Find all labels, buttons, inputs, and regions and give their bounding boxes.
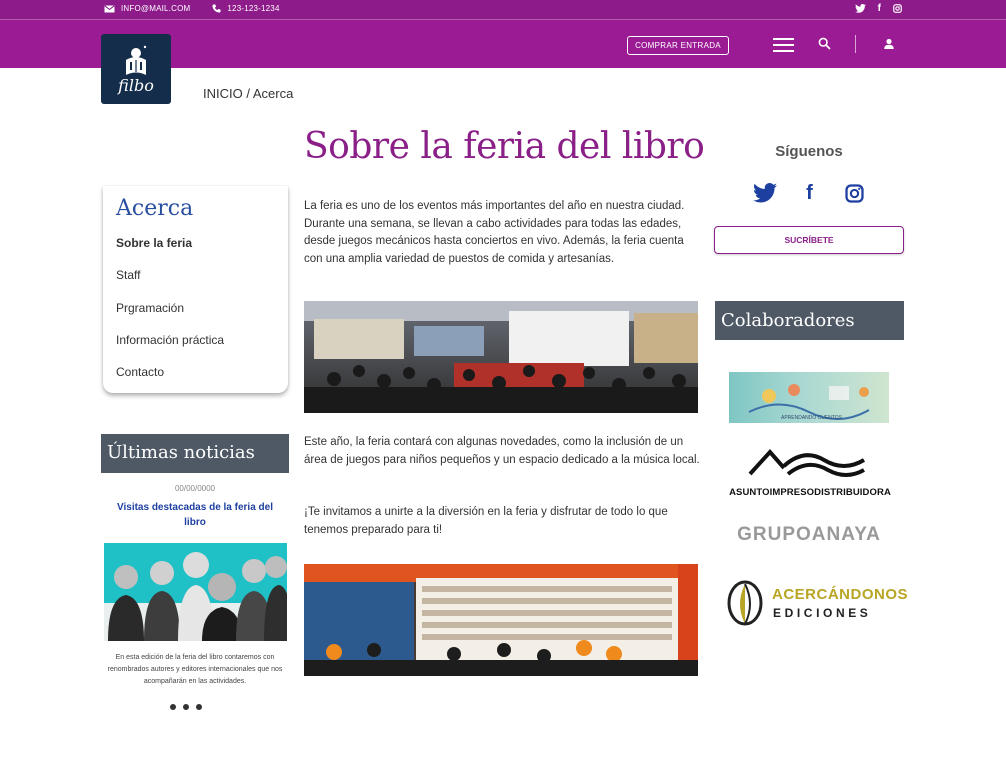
sponsor-logo-acercandonos[interactable]: ACERCÁNDONOS EDICIONES <box>727 580 908 628</box>
sponsor-logo-cuentos[interactable]: APRENDANDO CUENTOS <box>729 372 889 423</box>
top-contact-bar: INFO@MAIL.COM 123-123-1234 f <box>0 0 1006 20</box>
twitter-follow-icon[interactable] <box>752 182 777 204</box>
carousel-dot-2[interactable] <box>183 704 189 710</box>
sponsor-acercandonos-subtitle: EDICIONES <box>773 606 872 620</box>
page-title: Sobre la feria del libro <box>304 126 705 167</box>
side-menu-item-contacto[interactable]: Contacto <box>116 365 224 397</box>
about-side-menu: Acerca Sobre la feria Staff Prgramación … <box>103 186 288 393</box>
breadcrumb-home-link[interactable]: INICIO / <box>203 86 250 101</box>
book-stand-photo-image <box>304 564 698 676</box>
hamburger-menu-icon[interactable] <box>773 38 794 52</box>
intro-paragraph: La feria es uno de los eventos más impor… <box>304 200 685 265</box>
top-social-links: f <box>854 3 902 14</box>
sponsor-logo-asuntoimpreso[interactable]: ASUNTOIMPRESODISTRIBUIDORA <box>724 444 896 500</box>
side-menu-list: Sobre la feria Staff Prgramación Informa… <box>116 236 224 397</box>
contact-info: INFO@MAIL.COM 123-123-1234 <box>104 4 280 13</box>
latest-news-heading: Últimas noticias <box>101 434 289 473</box>
contact-email[interactable]: INFO@MAIL.COM <box>121 4 190 13</box>
invitation-paragraph: ¡Te invitamos a unirte a la diversión en… <box>304 506 668 536</box>
breadcrumb: INICIO / Acerca <box>203 86 293 101</box>
sponsor-logo-grupo-anaya[interactable]: GRUPOANAYA <box>724 522 894 548</box>
filbo-logo[interactable]: filbo <box>101 34 171 104</box>
contact-phone[interactable]: 123-123-1234 <box>227 4 279 13</box>
sponsor-anaya-label: GRUPOANAYA <box>737 524 881 545</box>
user-account-icon[interactable] <box>883 38 895 50</box>
sponsor-asuntoimpreso-label: ASUNTOIMPRESODISTRIBUIDORA <box>729 487 891 498</box>
sponsor-cuentos-illustration: APRENDANDO CUENTOS <box>748 384 870 421</box>
news-carousel-dots <box>170 704 202 710</box>
mail-icon <box>104 4 115 12</box>
carousel-dot-1[interactable] <box>170 704 176 710</box>
phone-icon <box>212 4 221 13</box>
news-photo[interactable] <box>104 543 287 641</box>
side-menu-item-programacion[interactable]: Prgramación <box>116 301 224 333</box>
acercandonos-emblem-icon <box>727 580 763 626</box>
collaborators-heading: Colaboradores <box>715 301 904 340</box>
wave-mark-icon <box>748 448 866 477</box>
facebook-follow-icon[interactable]: f <box>797 182 822 204</box>
instagram-follow-icon[interactable] <box>842 182 867 204</box>
fair-crowd-photo-image <box>304 301 698 413</box>
breadcrumb-current: Acerca <box>252 86 294 101</box>
subscribe-button[interactable]: SUCRÍBETE <box>714 226 904 254</box>
header-divider <box>855 35 856 53</box>
sponsor-cuentos-label: APRENDANDO CUENTOS <box>781 415 843 421</box>
side-menu-item-informacion-practica[interactable]: Información práctica <box>116 333 224 365</box>
news-summary: En esta edición de la feria del libro co… <box>107 654 283 685</box>
sponsor-acercandonos-title: ACERCÁNDONOS <box>772 586 909 603</box>
instagram-icon[interactable] <box>893 4 902 13</box>
book-stand-photo <box>304 564 698 676</box>
news-paragraph: Este año, la feria contará con algunas n… <box>304 436 700 466</box>
twitter-icon[interactable] <box>854 4 866 13</box>
buy-ticket-button[interactable]: COMPRAR ENTRADA <box>627 36 729 55</box>
search-icon[interactable] <box>818 37 831 50</box>
facebook-icon[interactable]: f <box>878 3 881 14</box>
logo-wordmark: filbo <box>118 75 154 95</box>
news-photo-people <box>104 543 287 641</box>
follow-us-icons: f <box>752 182 867 204</box>
side-menu-item-sobre-la-feria[interactable]: Sobre la feria <box>116 236 224 268</box>
side-menu-item-staff[interactable]: Staff <box>116 268 224 300</box>
carousel-dot-3[interactable] <box>196 704 202 710</box>
book-reader-logo-icon <box>126 45 147 75</box>
news-date: 00/00/0000 <box>174 484 216 493</box>
news-title-link[interactable]: Visitas destacadas de la feria del libro <box>116 500 274 530</box>
side-menu-title: Acerca <box>116 196 194 221</box>
follow-us-title: Síguenos <box>775 143 843 160</box>
fair-crowd-photo <box>304 301 698 413</box>
